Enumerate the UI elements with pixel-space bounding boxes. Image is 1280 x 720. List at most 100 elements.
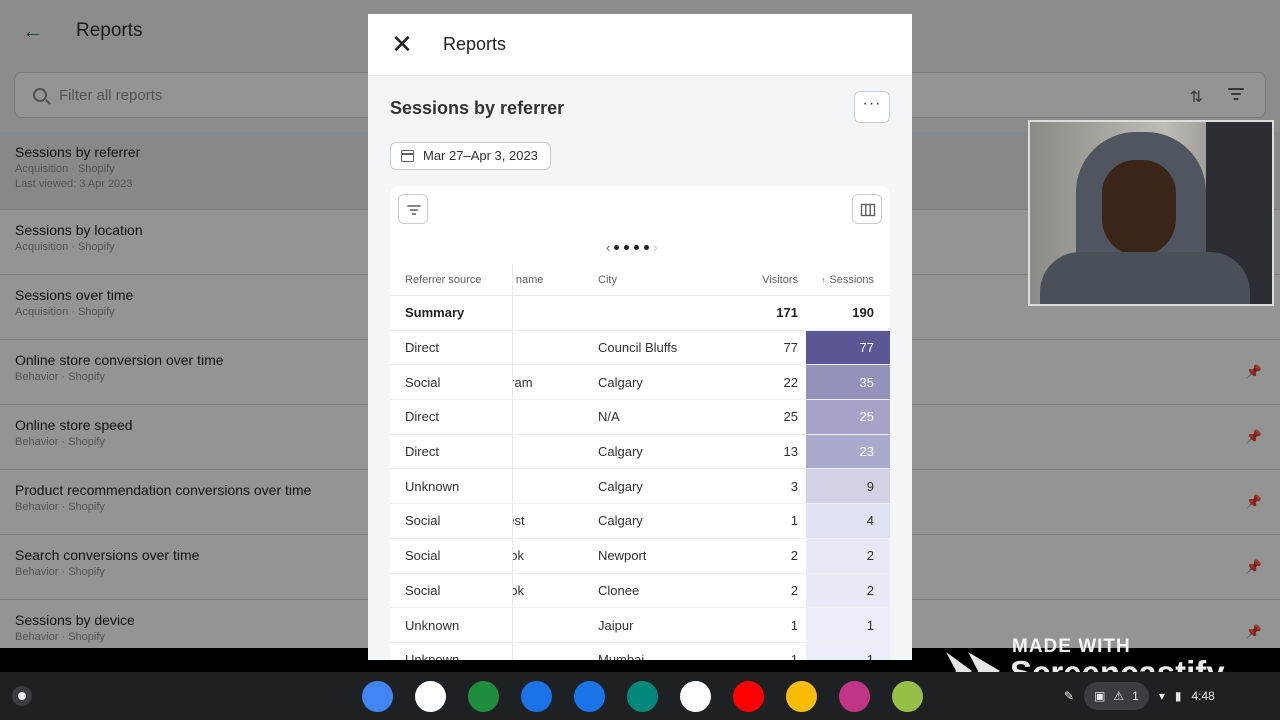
- table-row: Social rest Calgary 14: [390, 504, 890, 539]
- visitors-cell: 22: [783, 374, 798, 390]
- chevron-left-icon[interactable]: ‹: [606, 240, 610, 255]
- city-cell: Jaipur: [598, 617, 634, 633]
- sessions-cell: 1: [806, 608, 890, 642]
- webcam-overlay: [1028, 120, 1274, 306]
- status-pill[interactable]: ▣ ⚠ 1: [1084, 682, 1149, 710]
- launcher-icon[interactable]: [12, 686, 32, 706]
- notification-count: 1: [1132, 689, 1139, 703]
- sessions-cell: 9: [806, 469, 890, 504]
- visitors-cell: 3: [790, 478, 798, 494]
- city-cell: N/A: [598, 409, 620, 425]
- sessions-cell: 1: [806, 642, 890, 660]
- visitors-cell: 2: [790, 582, 798, 598]
- table-row: Direct Calgary 13 23: [390, 434, 890, 470]
- photos-icon[interactable]: [786, 681, 817, 712]
- city-cell: Calgary: [598, 478, 643, 494]
- warning-icon: ⚠: [1113, 689, 1125, 703]
- summary-visitors: 171: [776, 305, 798, 321]
- table-header-row: Referrer source er name City Visitors ↑S…: [390, 263, 890, 296]
- referrer-name-cell: ook: [512, 538, 598, 573]
- header-visitors[interactable]: Visitors: [716, 274, 806, 286]
- columns-icon: [860, 203, 876, 217]
- table-row: Social gram Calgary 22 35: [390, 365, 890, 401]
- sessions-cell: 2: [806, 538, 890, 573]
- status-tray[interactable]: ✎ ▣ ⚠ 1 ▾ ▮ 4:48: [1064, 682, 1215, 710]
- city-cell: Mumbai: [598, 652, 645, 660]
- header-referrer-name[interactable]: er name: [512, 263, 598, 296]
- files-icon[interactable]: [521, 681, 552, 712]
- summary-name-cell: [512, 296, 598, 330]
- calendar-icon: [401, 150, 414, 162]
- referrer-source-cell: Social: [405, 548, 441, 564]
- filter-icon: [407, 205, 421, 215]
- referrer-source-cell: Unknown: [405, 652, 460, 660]
- report-table-card: ‹ › Referrer source er name City Visitor…: [390, 186, 890, 660]
- table-row: Direct Council Bluffs 77 77: [390, 330, 890, 366]
- visitors-cell: 13: [783, 444, 798, 460]
- city-cell: Calgary: [598, 444, 643, 460]
- header-sessions-label: Sessions: [829, 273, 874, 286]
- play-store-icon[interactable]: [680, 681, 711, 712]
- header-referrer-source[interactable]: Referrer source: [390, 274, 512, 286]
- sessions-cell: 35: [806, 365, 890, 400]
- visitors-cell: 1: [790, 652, 798, 660]
- clock: 4:48: [1191, 689, 1215, 703]
- sessions-cell: 77: [806, 330, 890, 365]
- classroom-icon[interactable]: [468, 681, 499, 712]
- city-cell: Clonee: [598, 582, 640, 598]
- summary-row: Summary 171 190: [390, 296, 890, 331]
- youtube-icon[interactable]: [733, 681, 764, 712]
- referrer-name-cell: ook: [512, 573, 598, 608]
- referrer-name-text: gram: [513, 374, 533, 390]
- shopify-icon[interactable]: [892, 681, 923, 712]
- date-range-button[interactable]: Mar 27–Apr 3, 2023: [390, 142, 551, 170]
- chevron-right-icon[interactable]: ›: [653, 240, 657, 255]
- referrer-name-cell: gram: [512, 365, 598, 400]
- chrome-icon[interactable]: [362, 681, 393, 712]
- column-pager[interactable]: ‹ ›: [606, 240, 658, 255]
- report-modal: ✕ Reports Sessions by referrer ··· Mar 2…: [368, 14, 912, 660]
- referrer-name-text: rest: [513, 513, 525, 529]
- pager-dot: [624, 245, 630, 250]
- header-city[interactable]: City: [598, 274, 716, 286]
- date-range-label: Mar 27–Apr 3, 2023: [423, 148, 538, 163]
- gmail-icon[interactable]: [415, 681, 446, 712]
- instagram-icon[interactable]: [839, 681, 870, 712]
- referrer-name-text: ook: [513, 582, 524, 598]
- sessions-cell: 4: [806, 504, 890, 538]
- table-row: Social ook Newport 22: [390, 538, 890, 574]
- webcam-body: [1040, 252, 1250, 304]
- stylus-icon[interactable]: ✎: [1064, 689, 1074, 703]
- table-row: Social ook Clonee 22: [390, 573, 890, 609]
- table-row: Unknown Mumbai 1 1: [390, 642, 890, 660]
- more-actions-button[interactable]: ···: [854, 91, 890, 123]
- messages-icon[interactable]: [574, 681, 605, 712]
- referrer-source-cell: Social: [405, 374, 441, 390]
- modal-header: ✕ Reports: [368, 14, 912, 76]
- referrer-name-cell: [512, 608, 598, 642]
- referrer-source-cell: Social: [405, 582, 441, 598]
- columns-button[interactable]: [852, 194, 882, 224]
- referrer-source-cell: Unknown: [405, 478, 460, 494]
- referrer-source-cell: Direct: [405, 409, 439, 425]
- referrer-name-cell: [512, 400, 598, 434]
- report-title: Sessions by referrer: [390, 98, 565, 118]
- header-referrer-name-label: er name: [513, 273, 544, 286]
- screen-capture-icon: ▣: [1094, 689, 1106, 703]
- meet-icon[interactable]: [627, 681, 658, 712]
- modal-title: Reports: [443, 34, 507, 54]
- table-row: Unknown Calgary 3 9: [390, 469, 890, 505]
- close-icon[interactable]: ✕: [390, 31, 414, 57]
- visitors-cell: 1: [790, 617, 798, 633]
- visitors-cell: 77: [783, 340, 798, 356]
- referrer-source-cell: Direct: [405, 340, 439, 356]
- city-cell: Council Bluffs: [598, 340, 678, 356]
- table-filter-button[interactable]: [398, 194, 428, 224]
- webcam-face: [1102, 160, 1176, 256]
- table-row: Direct N/A 25 25: [390, 400, 890, 435]
- battery-icon: ▮: [1174, 689, 1182, 703]
- referrer-name-cell: [512, 642, 598, 660]
- sessions-table: Referrer source er name City Visitors ↑S…: [390, 263, 890, 660]
- referrer-source-cell: Direct: [405, 444, 439, 460]
- header-sessions[interactable]: ↑ Sessions: [806, 264, 890, 295]
